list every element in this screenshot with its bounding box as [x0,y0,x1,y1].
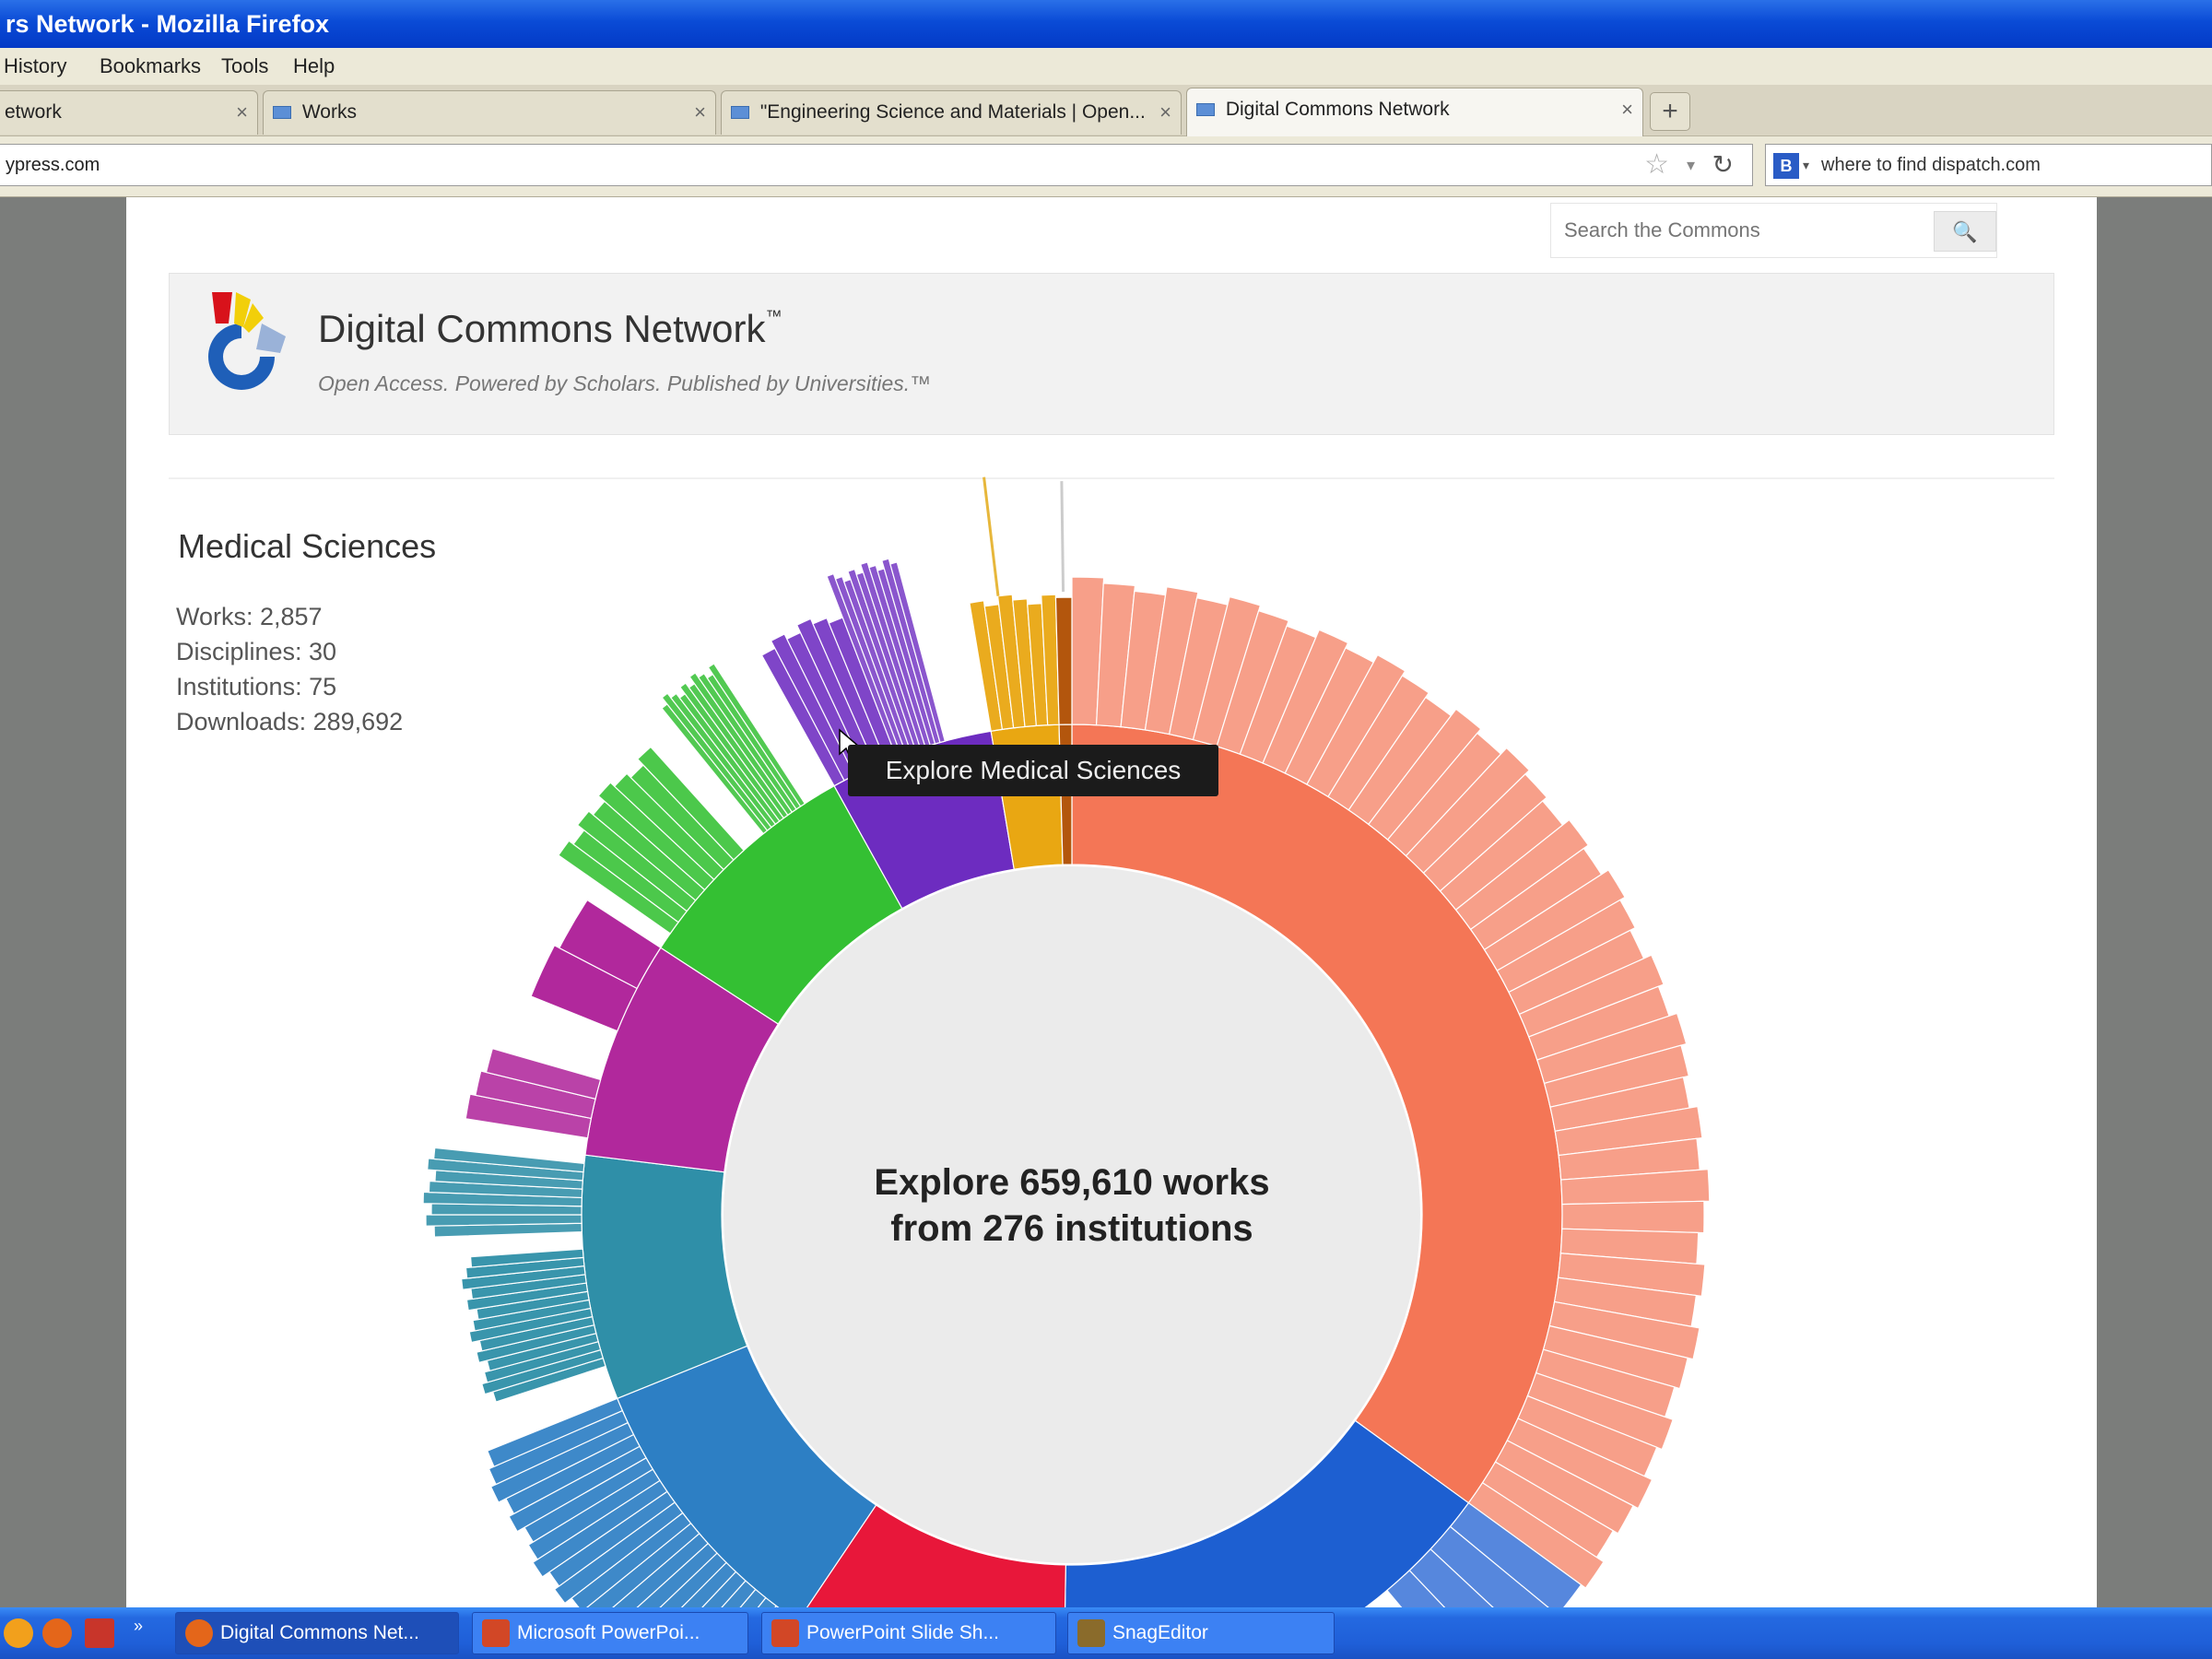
task-firefox[interactable]: Digital Commons Net... [175,1612,459,1654]
menu-bar: History Bookmarks Tools Help [0,48,2212,85]
sunburst-spike[interactable] [982,477,1000,596]
tab-label: Works [301,101,357,123]
menu-history[interactable]: History [4,48,66,85]
task-label: Microsoft PowerPoi... [517,1622,700,1643]
menu-bookmarks[interactable]: Bookmarks [100,48,201,85]
firefox-icon [185,1619,213,1647]
menu-tools[interactable]: Tools [221,48,268,85]
sunburst-spike[interactable] [1060,481,1065,593]
page-viewport: 🔍 Digital Commons Network™ Open Access. … [0,197,2212,1607]
close-tab-icon[interactable]: × [1159,91,1171,134]
tab-digital-commons[interactable]: Digital Commons Network × [1186,88,1643,136]
close-tab-icon[interactable]: × [236,91,248,134]
snagit-icon [1077,1619,1105,1647]
quicklaunch-more-icon[interactable]: » [134,1617,143,1636]
task-slideshow[interactable]: PowerPoint Slide Sh... [761,1612,1056,1654]
search-engine-icon[interactable]: B [1773,153,1799,179]
tab-label: "Engineering Science and Materials | Ope… [759,101,1146,123]
tab-engineering[interactable]: "Engineering Science and Materials | Ope… [721,90,1182,135]
stat-disciplines: Disciplines: 30 [176,638,337,665]
tab-label: Digital Commons Network [1225,99,1450,120]
tab-network[interactable]: etwork × [0,90,258,135]
tab-label: etwork [5,101,62,123]
quicklaunch-firefox-icon[interactable] [42,1618,72,1648]
page-favicon-icon [273,106,291,120]
powerpoint-icon [482,1619,510,1647]
window-title-bar: rs Network - Mozilla Firefox [0,0,2212,48]
task-powerpoint[interactable]: Microsoft PowerPoi... [472,1612,748,1654]
menu-help[interactable]: Help [293,48,335,85]
stat-works: Works: 2,857 [176,603,323,630]
quicklaunch-app-icon[interactable] [85,1618,114,1648]
task-label: PowerPoint Slide Sh... [806,1622,999,1643]
task-label: SnagEditor [1112,1622,1208,1643]
search-engine-dropdown-icon[interactable]: ▾ [1803,145,1809,185]
quicklaunch-ie-icon[interactable] [4,1618,33,1648]
stat-institutions: Institutions: 75 [176,673,337,700]
discipline-stats: Works: 2,857 Disciplines: 30 Institution… [176,599,403,739]
browser-search-box[interactable]: B ▾ where to find dispatch.com [1765,144,2212,186]
page-favicon-icon [1196,103,1215,117]
history-dropdown-icon[interactable]: ▾ [1687,145,1695,185]
tab-works[interactable]: Works × [263,90,716,135]
chart-center-line-1: Explore 659,610 works [874,1162,1269,1203]
sunburst-chart[interactable]: Explore 659,610 works from 276 instituti… [126,197,2097,1607]
url-bar[interactable]: ypress.com ☆ ▾ ↻ [0,144,1753,186]
browser-search-text: where to find dispatch.com [1821,155,2041,175]
task-label: Digital Commons Net... [220,1622,419,1643]
slideshow-icon [771,1619,799,1647]
discipline-title: Medical Sciences [178,527,437,565]
sunburst-outer-segment[interactable] [1054,596,1073,725]
page-favicon-icon [731,106,749,120]
url-text: ypress.com [6,155,100,175]
close-tab-icon[interactable]: × [1621,88,1633,131]
stat-downloads: Downloads: 289,692 [176,708,404,735]
close-tab-icon[interactable]: × [694,91,706,134]
chart-center-line-2: from 276 institutions [890,1208,1253,1249]
tab-strip: etwork × Works × "Engineering Science an… [0,85,2212,136]
bookmark-star-icon[interactable]: ☆ [1644,145,1669,185]
window-title: rs Network - Mozilla Firefox [6,10,330,38]
reload-icon[interactable]: ↻ [1712,145,1734,185]
page-content: 🔍 Digital Commons Network™ Open Access. … [126,197,2097,1607]
navigation-bar: ypress.com ☆ ▾ ↻ B ▾ where to find dispa… [0,136,2212,197]
sunburst-outer-segment[interactable] [1561,1200,1705,1234]
chart-tooltip: Explore Medical Sciences [848,745,1218,796]
task-snageditor[interactable]: SnagEditor [1067,1612,1335,1654]
windows-taskbar: » Digital Commons Net... Microsoft Power… [0,1607,2212,1659]
new-tab-button[interactable]: + [1650,92,1690,131]
